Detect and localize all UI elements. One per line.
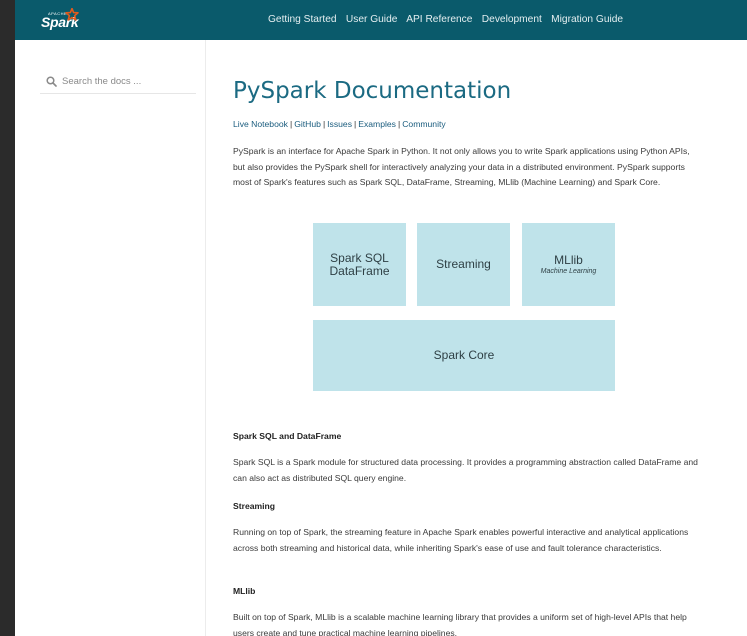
box-spark-sql-label: Spark SQL — [330, 250, 389, 265]
section-heading-spark-sql: Spark SQL and DataFrame — [233, 431, 342, 441]
quick-links: Live Notebook | GitHub | Issues | Examples | Com… — [233, 119, 446, 129]
search-input[interactable] — [62, 73, 192, 89]
spark-logo[interactable]: APACHE Spark — [39, 8, 87, 32]
search-icon — [46, 76, 57, 87]
search-box[interactable] — [40, 73, 196, 94]
intro-paragraph: PySpark is an interface for Apache Spark… — [233, 146, 690, 187]
docs-page: APACHE Spark Getting Started User Guide … — [15, 0, 747, 636]
nav-development[interactable]: Development — [482, 14, 542, 25]
section-text-streaming: Running on top of Spark, the streaming f… — [233, 527, 689, 553]
box-streaming-label: Streaming — [436, 257, 491, 271]
spark-star-icon — [65, 8, 79, 21]
nav-getting-started[interactable]: Getting Started — [268, 14, 337, 25]
diagram-box-mllib: MLlib Machine Learning — [522, 223, 615, 306]
page-title: PySpark Documentation — [233, 78, 512, 104]
box-dataframe-label: DataFrame — [329, 263, 390, 278]
link-issues[interactable]: Issues — [327, 119, 352, 129]
section-heading-streaming: Streaming — [233, 501, 276, 511]
diagram-box-streaming: Streaming — [417, 223, 510, 306]
section-text-mllib: Built on top of Spark, MLlib is a scalab… — [233, 612, 687, 636]
nav-api-reference[interactable]: API Reference — [406, 14, 472, 25]
link-github[interactable]: GitHub — [294, 119, 321, 129]
left-window-strip — [0, 0, 15, 636]
nav-user-guide[interactable]: User Guide — [346, 14, 398, 25]
architecture-diagram: Spark SQL DataFrame Streaming MLlib Mach… — [313, 223, 615, 391]
top-navbar: APACHE Spark Getting Started User Guide … — [15, 0, 747, 40]
link-examples[interactable]: Examples — [358, 119, 396, 129]
diagram-box-spark-core: Spark Core — [313, 320, 615, 391]
diagram-box-spark-sql: Spark SQL DataFrame — [313, 223, 406, 306]
box-mllib-label: MLlib — [554, 253, 583, 267]
sidebar — [15, 40, 206, 636]
link-community[interactable]: Community — [402, 119, 445, 129]
nav-links: Getting Started User Guide API Reference… — [268, 14, 630, 25]
section-heading-mllib: MLlib — [233, 586, 256, 596]
link-live-notebook[interactable]: Live Notebook — [233, 119, 288, 129]
box-spark-core-label: Spark Core — [433, 348, 495, 362]
section-text-spark-sql: Spark SQL is a Spark module for structur… — [233, 457, 698, 483]
nav-migration-guide[interactable]: Migration Guide — [551, 14, 623, 25]
box-mllib-sublabel: Machine Learning — [540, 268, 597, 275]
